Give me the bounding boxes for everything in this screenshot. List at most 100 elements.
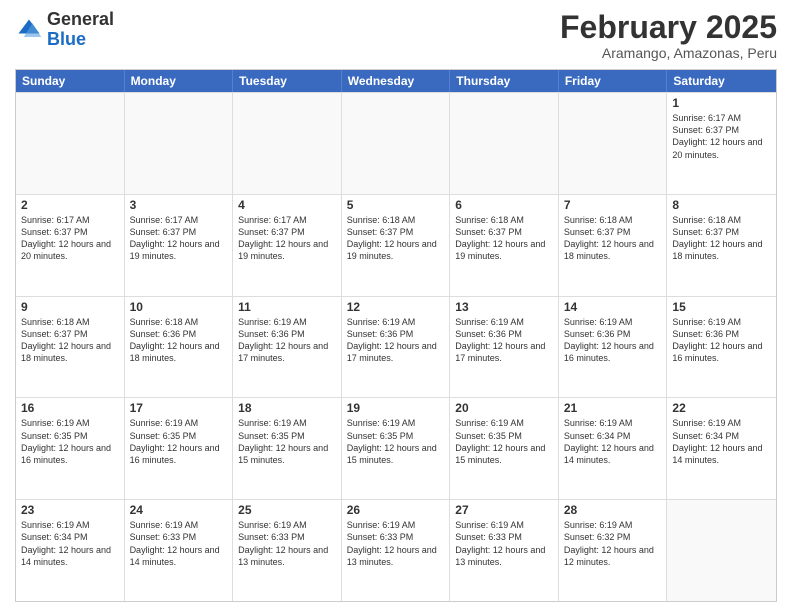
calendar-cell: 28 Sunrise: 6:19 AM Sunset: 6:32 PM Dayli… xyxy=(559,500,668,601)
cell-info: Sunrise: 6:19 AM Sunset: 6:32 PM Dayligh… xyxy=(564,519,662,568)
calendar-cell: 20 Sunrise: 6:19 AM Sunset: 6:35 PM Dayli… xyxy=(450,398,559,499)
cell-day-number: 8 xyxy=(672,198,771,212)
calendar-week-3: 16Sunrise: 6:19 AM Sunset: 6:35 PM Dayli… xyxy=(16,397,776,499)
header-day-thursday: Thursday xyxy=(450,70,559,92)
cell-day-number: 17 xyxy=(130,401,228,415)
calendar-cell: 4 Sunrise: 6:17 AM Sunset: 6:37 PM Daylig… xyxy=(233,195,342,296)
cell-info: Sunrise: 6:19 AM Sunset: 6:35 PM Dayligh… xyxy=(130,417,228,466)
calendar-cell: 3 Sunrise: 6:17 AM Sunset: 6:37 PM Daylig… xyxy=(125,195,234,296)
calendar-header-row: SundayMondayTuesdayWednesdayThursdayFrid… xyxy=(16,70,776,92)
calendar-cell: 27 Sunrise: 6:19 AM Sunset: 6:33 PM Dayli… xyxy=(450,500,559,601)
calendar-cell: 23Sunrise: 6:19 AM Sunset: 6:34 PM Dayli… xyxy=(16,500,125,601)
calendar-cell xyxy=(16,93,125,194)
calendar-cell: 14 Sunrise: 6:19 AM Sunset: 6:36 PM Dayli… xyxy=(559,297,668,398)
cell-day-number: 22 xyxy=(672,401,771,415)
cell-info: Sunrise: 6:18 AM Sunset: 6:36 PM Dayligh… xyxy=(130,316,228,365)
calendar-week-2: 9 Sunrise: 6:18 AM Sunset: 6:37 PM Daylig… xyxy=(16,296,776,398)
calendar-cell: 18 Sunrise: 6:19 AM Sunset: 6:35 PM Dayli… xyxy=(233,398,342,499)
cell-info: Sunrise: 6:19 AM Sunset: 6:35 PM Dayligh… xyxy=(455,417,553,466)
calendar: SundayMondayTuesdayWednesdayThursdayFrid… xyxy=(15,69,777,602)
cell-day-number: 10 xyxy=(130,300,228,314)
cell-info: Sunrise: 6:19 AM Sunset: 6:35 PM Dayligh… xyxy=(21,417,119,466)
calendar-cell: 12 Sunrise: 6:19 AM Sunset: 6:36 PM Dayli… xyxy=(342,297,451,398)
header-day-monday: Monday xyxy=(125,70,234,92)
header-day-saturday: Saturday xyxy=(667,70,776,92)
cell-info: Sunrise: 6:19 AM Sunset: 6:33 PM Dayligh… xyxy=(130,519,228,568)
cell-day-number: 19 xyxy=(347,401,445,415)
cell-day-number: 15 xyxy=(672,300,771,314)
calendar-cell: 26 Sunrise: 6:19 AM Sunset: 6:33 PM Dayli… xyxy=(342,500,451,601)
cell-info: Sunrise: 6:18 AM Sunset: 6:37 PM Dayligh… xyxy=(21,316,119,365)
cell-day-number: 27 xyxy=(455,503,553,517)
logo: General Blue xyxy=(15,10,114,50)
cell-info: Sunrise: 6:19 AM Sunset: 6:34 PM Dayligh… xyxy=(21,519,119,568)
calendar-cell xyxy=(559,93,668,194)
cell-info: Sunrise: 6:19 AM Sunset: 6:33 PM Dayligh… xyxy=(347,519,445,568)
calendar-cell: 10 Sunrise: 6:18 AM Sunset: 6:36 PM Dayli… xyxy=(125,297,234,398)
cell-info: Sunrise: 6:17 AM Sunset: 6:37 PM Dayligh… xyxy=(672,112,771,161)
calendar-cell xyxy=(125,93,234,194)
cell-day-number: 28 xyxy=(564,503,662,517)
header-day-friday: Friday xyxy=(559,70,668,92)
calendar-subtitle: Aramango, Amazonas, Peru xyxy=(560,45,777,61)
calendar-cell: 6 Sunrise: 6:18 AM Sunset: 6:37 PM Daylig… xyxy=(450,195,559,296)
cell-day-number: 13 xyxy=(455,300,553,314)
calendar-cell xyxy=(450,93,559,194)
page: General Blue February 2025 Aramango, Ama… xyxy=(0,0,792,612)
calendar-cell: 11 Sunrise: 6:19 AM Sunset: 6:36 PM Dayli… xyxy=(233,297,342,398)
header: General Blue February 2025 Aramango, Ama… xyxy=(15,10,777,61)
cell-day-number: 9 xyxy=(21,300,119,314)
cell-info: Sunrise: 6:17 AM Sunset: 6:37 PM Dayligh… xyxy=(238,214,336,263)
cell-day-number: 25 xyxy=(238,503,336,517)
cell-day-number: 7 xyxy=(564,198,662,212)
cell-day-number: 21 xyxy=(564,401,662,415)
calendar-cell xyxy=(342,93,451,194)
cell-info: Sunrise: 6:19 AM Sunset: 6:36 PM Dayligh… xyxy=(564,316,662,365)
cell-day-number: 4 xyxy=(238,198,336,212)
calendar-cell: 15 Sunrise: 6:19 AM Sunset: 6:36 PM Dayli… xyxy=(667,297,776,398)
calendar-cell xyxy=(233,93,342,194)
logo-general: General xyxy=(47,9,114,29)
calendar-cell: 1Sunrise: 6:17 AM Sunset: 6:37 PM Daylig… xyxy=(667,93,776,194)
cell-info: Sunrise: 6:18 AM Sunset: 6:37 PM Dayligh… xyxy=(672,214,771,263)
calendar-cell: 17 Sunrise: 6:19 AM Sunset: 6:35 PM Dayli… xyxy=(125,398,234,499)
cell-info: Sunrise: 6:18 AM Sunset: 6:37 PM Dayligh… xyxy=(564,214,662,263)
calendar-cell: 16Sunrise: 6:19 AM Sunset: 6:35 PM Dayli… xyxy=(16,398,125,499)
cell-day-number: 2 xyxy=(21,198,119,212)
cell-info: Sunrise: 6:19 AM Sunset: 6:36 PM Dayligh… xyxy=(672,316,771,365)
header-day-sunday: Sunday xyxy=(16,70,125,92)
cell-info: Sunrise: 6:19 AM Sunset: 6:36 PM Dayligh… xyxy=(347,316,445,365)
logo-text: General Blue xyxy=(47,10,114,50)
calendar-cell xyxy=(667,500,776,601)
cell-day-number: 12 xyxy=(347,300,445,314)
logo-icon xyxy=(15,16,43,44)
calendar-cell: 5Sunrise: 6:18 AM Sunset: 6:37 PM Daylig… xyxy=(342,195,451,296)
calendar-cell: 2Sunrise: 6:17 AM Sunset: 6:37 PM Daylig… xyxy=(16,195,125,296)
cell-info: Sunrise: 6:19 AM Sunset: 6:33 PM Dayligh… xyxy=(455,519,553,568)
cell-day-number: 5 xyxy=(347,198,445,212)
cell-day-number: 3 xyxy=(130,198,228,212)
cell-info: Sunrise: 6:17 AM Sunset: 6:37 PM Dayligh… xyxy=(130,214,228,263)
cell-info: Sunrise: 6:19 AM Sunset: 6:35 PM Dayligh… xyxy=(238,417,336,466)
cell-day-number: 24 xyxy=(130,503,228,517)
cell-info: Sunrise: 6:19 AM Sunset: 6:35 PM Dayligh… xyxy=(347,417,445,466)
calendar-cell: 19 Sunrise: 6:19 AM Sunset: 6:35 PM Dayli… xyxy=(342,398,451,499)
cell-day-number: 14 xyxy=(564,300,662,314)
title-block: February 2025 Aramango, Amazonas, Peru xyxy=(560,10,777,61)
calendar-cell: 24 Sunrise: 6:19 AM Sunset: 6:33 PM Dayli… xyxy=(125,500,234,601)
cell-day-number: 18 xyxy=(238,401,336,415)
cell-day-number: 26 xyxy=(347,503,445,517)
cell-info: Sunrise: 6:18 AM Sunset: 6:37 PM Dayligh… xyxy=(455,214,553,263)
calendar-cell: 9 Sunrise: 6:18 AM Sunset: 6:37 PM Daylig… xyxy=(16,297,125,398)
cell-info: Sunrise: 6:19 AM Sunset: 6:34 PM Dayligh… xyxy=(672,417,771,466)
calendar-cell: 8 Sunrise: 6:18 AM Sunset: 6:37 PM Daylig… xyxy=(667,195,776,296)
calendar-body: 1Sunrise: 6:17 AM Sunset: 6:37 PM Daylig… xyxy=(16,92,776,601)
cell-info: Sunrise: 6:19 AM Sunset: 6:36 PM Dayligh… xyxy=(238,316,336,365)
calendar-week-0: 1Sunrise: 6:17 AM Sunset: 6:37 PM Daylig… xyxy=(16,92,776,194)
cell-info: Sunrise: 6:19 AM Sunset: 6:33 PM Dayligh… xyxy=(238,519,336,568)
cell-day-number: 20 xyxy=(455,401,553,415)
calendar-cell: 7 Sunrise: 6:18 AM Sunset: 6:37 PM Daylig… xyxy=(559,195,668,296)
cell-day-number: 6 xyxy=(455,198,553,212)
logo-blue: Blue xyxy=(47,29,86,49)
cell-day-number: 11 xyxy=(238,300,336,314)
